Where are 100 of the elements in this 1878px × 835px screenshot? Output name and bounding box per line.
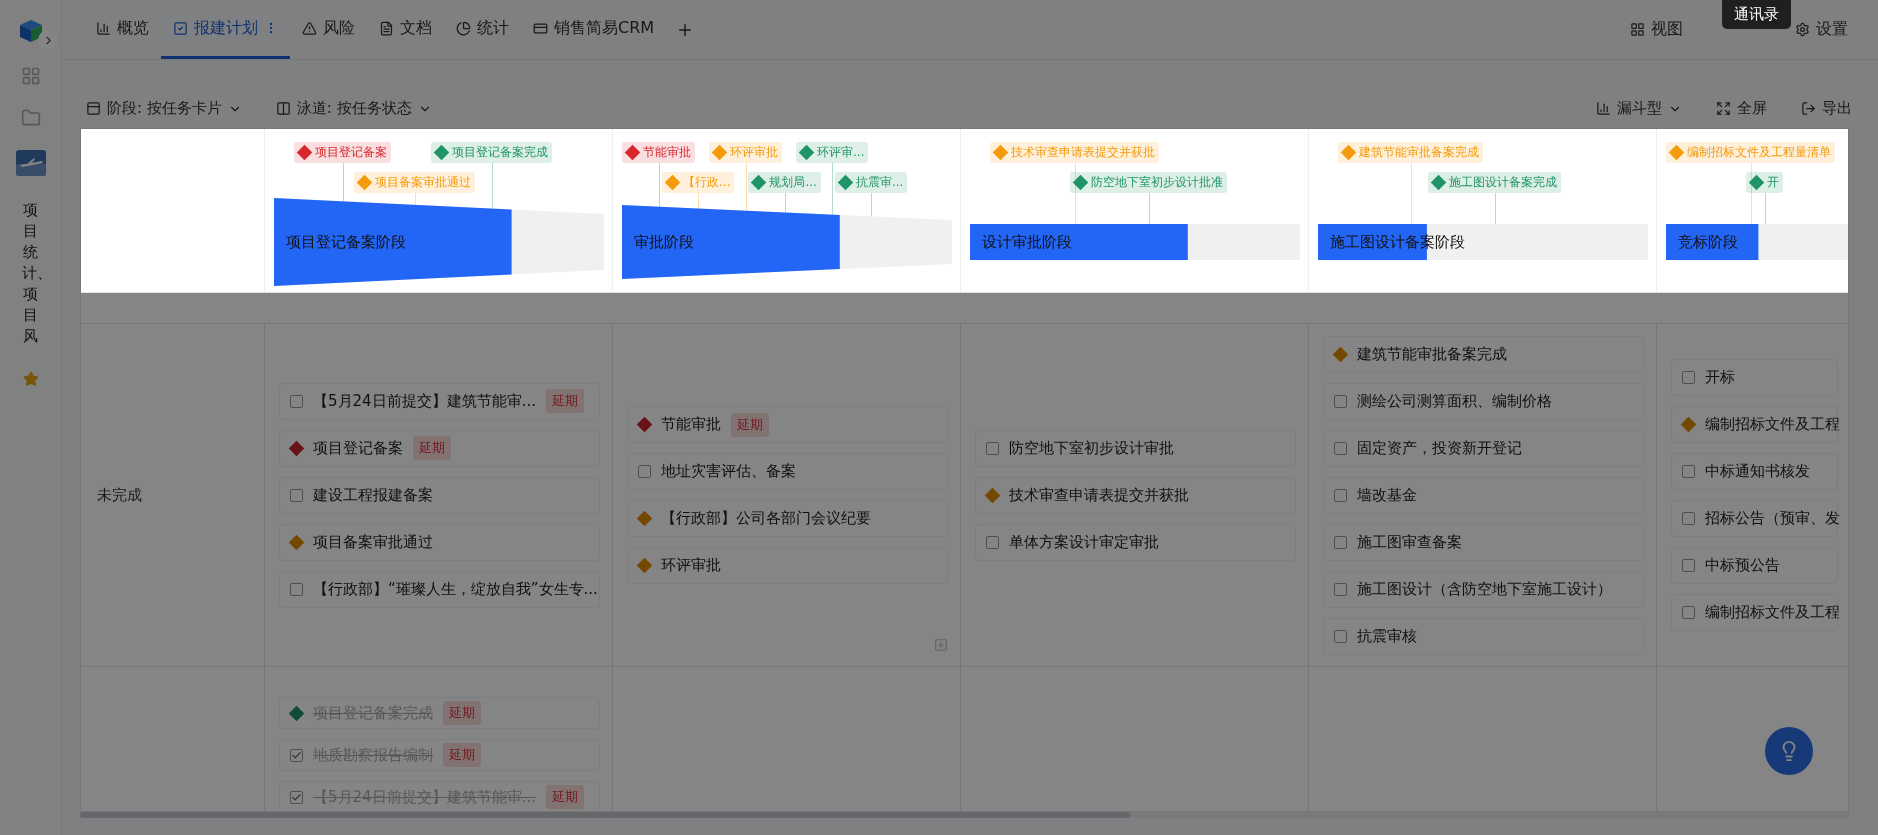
checkbox[interactable] [1334, 629, 1347, 643]
task-card[interactable]: 编制招标文件及工程 [1671, 594, 1838, 631]
task-card[interactable]: 施工图设计（含防空地下室施工设计） [1323, 570, 1644, 608]
overdue-tag: 延期 [731, 412, 769, 437]
cube-logo-icon[interactable] [17, 18, 44, 44]
task-card[interactable]: 项目登记备案 延期 [279, 429, 600, 467]
star-icon[interactable] [22, 371, 39, 387]
task-title: 测绘公司测算面积、编制价格 [1357, 391, 1552, 411]
task-title: 编制招标文件及工程 [1705, 415, 1840, 434]
task-title: 项目登记备案 [313, 438, 403, 458]
checkbox[interactable] [1334, 441, 1347, 455]
scrollbar[interactable] [80, 812, 1849, 818]
milestone-tag[interactable]: 项目登记备案完成 [431, 141, 552, 163]
checkbox[interactable] [986, 441, 999, 455]
project-title[interactable]: 项目统计、项目风 [21, 198, 40, 349]
task-card[interactable]: 中标预公告 [1671, 547, 1838, 584]
task-card[interactable]: 地址灾害评估、备案 [627, 453, 948, 490]
checkbox[interactable] [290, 748, 303, 762]
tab-icon [456, 20, 471, 36]
milestone-tag[interactable]: 环评审... [796, 141, 869, 163]
apps-icon[interactable] [20, 66, 41, 86]
task-title: 项目备案审批通过 [313, 532, 433, 552]
stage-name: 项目登记备案阶段 [286, 232, 406, 252]
checkbox[interactable] [290, 582, 303, 596]
task-card[interactable]: 招标公告（预审、发 [1671, 500, 1838, 537]
checkbox[interactable] [1682, 371, 1695, 384]
checkbox[interactable] [290, 790, 303, 804]
tab[interactable]: 报建计划 [161, 0, 290, 59]
lane-label: 未完成 [81, 323, 264, 666]
tab[interactable]: 概览 [84, 0, 161, 59]
expand-button[interactable] [38, 30, 58, 50]
tab[interactable]: 统计 [444, 0, 521, 59]
scrollbar-thumb[interactable] [80, 812, 1130, 818]
task-title: 中标通知书核发 [1705, 462, 1810, 481]
checkbox[interactable] [1682, 559, 1695, 572]
checkbox[interactable] [1682, 606, 1695, 619]
milestone-tag[interactable]: 项目登记备案 [294, 141, 391, 163]
export-button[interactable]: 导出 [1801, 99, 1852, 118]
task-title: 墙改基金 [1357, 485, 1417, 505]
task-card[interactable]: 【5月24日前提交】建筑节能审... 延期 [279, 382, 600, 420]
task-title: 环评审批 [661, 556, 721, 575]
tab[interactable]: 文档 [367, 0, 444, 59]
folder-icon[interactable] [20, 108, 41, 128]
task-card[interactable]: 节能审批 延期 [627, 406, 948, 443]
task-card[interactable]: 建筑节能审批备案完成 [1323, 335, 1644, 373]
task-card[interactable]: 固定资产，投资新开登记 [1323, 429, 1644, 467]
milestone-tag[interactable]: 节能审批 [622, 141, 695, 163]
tab[interactable]: 风险 [290, 0, 367, 59]
overdue-tag: 延期 [545, 389, 584, 413]
task-title: 建筑节能审批备案完成 [1357, 344, 1507, 364]
task-title: 单体方案设计审定审批 [1009, 532, 1159, 552]
task-card[interactable]: 【行政部】“璀璨人生，绽放自我”女生专... [279, 570, 600, 608]
milestone-tag[interactable]: 抗震审... [834, 171, 908, 193]
task-title: 施工图设计（含防空地下室施工设计） [1357, 579, 1612, 599]
expand-icon [1716, 101, 1731, 116]
lane-dropdown[interactable]: 泳道: 按任务状态 [275, 99, 432, 118]
task-card[interactable]: 开标 [1671, 359, 1838, 396]
checkbox[interactable] [1682, 465, 1695, 478]
milestone-tag[interactable]: 防空地下室初步设计批准 [1070, 171, 1227, 193]
tab-icon [173, 20, 188, 36]
milestone-tag[interactable]: 规划局... [748, 171, 821, 193]
task-card[interactable]: 单体方案设计审定审批 [975, 523, 1296, 561]
task-card[interactable]: 项目备案审批通过 [279, 523, 600, 561]
add-icon[interactable] [934, 638, 948, 652]
milestone-tag[interactable]: 施工图设计备案完成 [1428, 171, 1561, 193]
stage-name: 施工图设计备案阶段 [1330, 232, 1465, 252]
stage-name: 竞标阶段 [1678, 232, 1738, 252]
panel-icon [86, 101, 101, 116]
task-card[interactable]: 中标通知书核发 [1671, 453, 1838, 490]
checkbox[interactable] [1682, 512, 1695, 525]
task-title: 编制招标文件及工程 [1705, 603, 1840, 622]
checkbox[interactable] [1334, 535, 1347, 549]
fullscreen-button[interactable]: 全屏 [1716, 99, 1767, 118]
milestone-tag[interactable]: 开 [1746, 171, 1783, 193]
task-card[interactable]: 施工图审查备案 [1323, 523, 1644, 561]
stage-dropdown[interactable]: 阶段: 按任务卡片 [86, 99, 242, 118]
task-card[interactable]: 抗震审核 [1323, 617, 1644, 655]
checkbox[interactable] [1334, 394, 1347, 408]
task-card[interactable]: 【行政部】公司各部门会议纪要 [627, 500, 948, 537]
task-card[interactable]: 防空地下室初步设计审批 [975, 429, 1296, 467]
grid-icon [1630, 22, 1645, 37]
stage-name: 设计审批阶段 [982, 232, 1072, 252]
checkbox[interactable] [1334, 488, 1347, 502]
view-button[interactable]: 视图 [1620, 0, 1693, 59]
task-title: 施工图审查备案 [1357, 532, 1462, 552]
task-card[interactable]: 测绘公司测算面积、编制价格 [1323, 382, 1644, 420]
task-card[interactable]: 环评审批 [627, 547, 948, 584]
checkbox[interactable] [290, 488, 303, 502]
task-card[interactable]: 技术审查申请表提交并获批 [975, 476, 1296, 514]
task-title: 地址灾害评估、备案 [661, 462, 796, 481]
checkbox[interactable] [638, 465, 651, 478]
panel-icon [275, 101, 291, 116]
checkbox[interactable] [1334, 582, 1347, 596]
task-card[interactable]: 建设工程报建备案 [279, 476, 600, 514]
task-card[interactable]: 编制招标文件及工程 [1671, 406, 1838, 443]
tab[interactable]: 销售简易CRM [521, 0, 667, 59]
checkbox[interactable] [986, 535, 999, 549]
task-card[interactable]: 墙改基金 [1323, 476, 1644, 514]
checkbox[interactable] [290, 394, 303, 408]
chart-type-dropdown[interactable]: 漏斗型 [1596, 99, 1682, 118]
